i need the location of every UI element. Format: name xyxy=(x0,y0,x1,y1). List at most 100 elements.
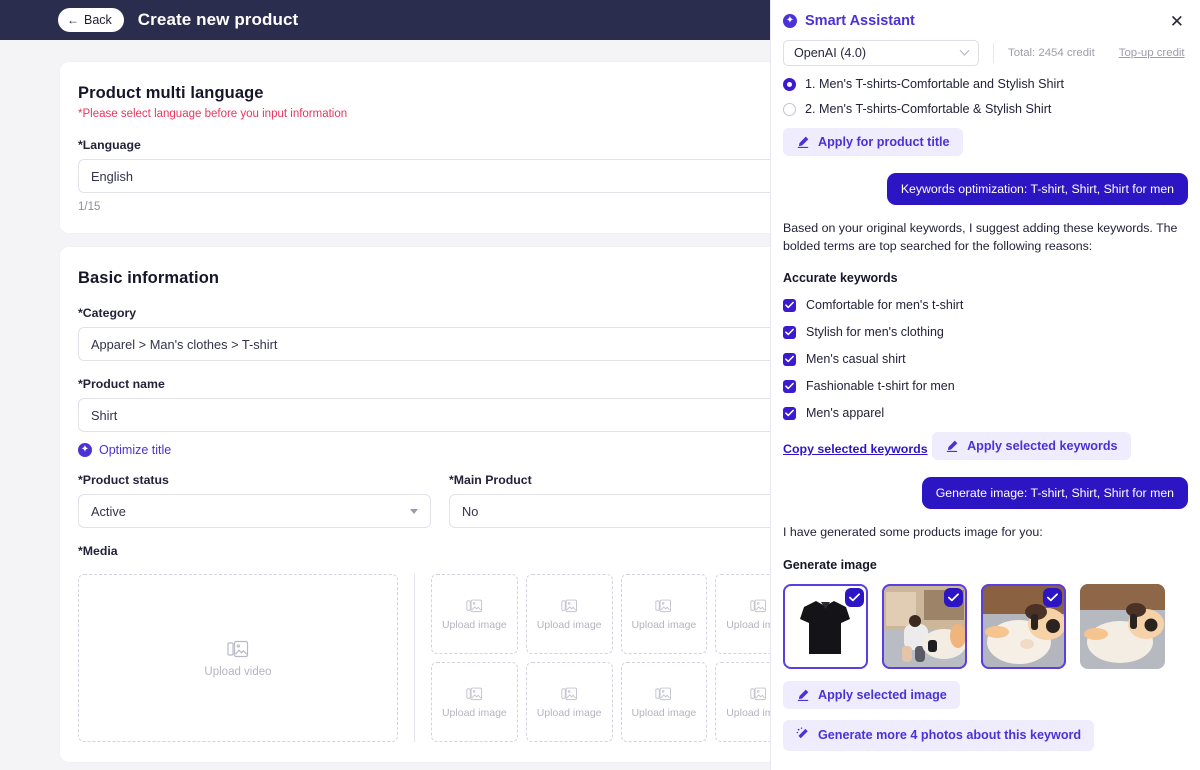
close-icon[interactable]: ✕ xyxy=(1166,11,1188,32)
user-message-keywords-row: Keywords optimization: T-shirt, Shirt, S… xyxy=(783,173,1188,205)
keyword-label: Comfortable for men's t-shirt xyxy=(806,298,964,313)
media-label: *Media xyxy=(78,544,118,558)
upload-video-label: Upload video xyxy=(204,665,272,678)
keyword-item-5[interactable]: Men's apparel xyxy=(783,406,1188,420)
upload-image-dropzone[interactable]: Upload image xyxy=(431,662,518,742)
generated-image-2[interactable] xyxy=(882,583,967,669)
product-status-label: *Product status xyxy=(78,473,169,487)
top-up-credit-link[interactable]: Top-up credit xyxy=(1119,47,1185,59)
upload-image-label: Upload image xyxy=(536,618,602,631)
upload-image-dropzone[interactable]: Upload image xyxy=(525,574,613,654)
multi-language-title: Product multi language xyxy=(78,84,264,102)
pen-icon xyxy=(945,439,959,453)
user-message-keywords: Keywords optimization: T-shirt, Shirt, S… xyxy=(886,173,1188,205)
keyword-item-1[interactable]: Comfortable for men's t-shirt xyxy=(783,298,1188,312)
user-message-image: Generate image: T-shirt, Shirt, Shirt fo… xyxy=(921,477,1188,510)
title-option-2[interactable]: 2. Men's T-shirts-Comfortable & Stylish … xyxy=(783,102,1188,116)
pen-icon xyxy=(796,135,810,149)
apply-selected-image-button[interactable]: Apply selected image xyxy=(783,680,960,709)
form-scroll-area[interactable]: Product multi language *Please select la… xyxy=(0,40,770,770)
upload-image-dropzone[interactable]: Upload image xyxy=(431,574,518,654)
language-counter: 1/15 xyxy=(78,201,101,213)
upload-image-label: Upload image xyxy=(631,706,697,719)
generate-image-heading: Generate image xyxy=(783,557,877,572)
pen-icon xyxy=(796,688,810,702)
product-name-input[interactable]: Shirt xyxy=(78,398,770,432)
credit-total: Total: 2454 credit xyxy=(1008,47,1095,59)
image-icon xyxy=(750,598,767,614)
checkbox[interactable] xyxy=(783,352,796,366)
generated-image-4[interactable] xyxy=(1080,583,1165,669)
back-button[interactable]: ← Back xyxy=(58,8,124,32)
generated-image-3[interactable] xyxy=(981,583,1066,669)
model-select[interactable]: OpenAI (4.0) xyxy=(783,40,979,66)
generated-image-1[interactable] xyxy=(783,583,868,669)
model-select-value: OpenAI (4.0) xyxy=(794,46,867,60)
language-label: *Language xyxy=(78,138,141,152)
keyword-item-3[interactable]: Men's casual shirt xyxy=(783,352,1188,366)
keyword-list: Comfortable for men's t-shirt Stylish for… xyxy=(783,298,1188,420)
arrow-left-icon: ← xyxy=(67,13,79,27)
generate-more-photos-button[interactable]: Generate more 4 photos about this keywor… xyxy=(783,719,1095,751)
upload-image-label: Upload image xyxy=(726,618,770,631)
selected-check-icon xyxy=(944,587,963,607)
smart-assistant-panel: ✦ Smart Assistant ✕ OpenAI (4.0) Total: … xyxy=(770,0,1200,770)
chevron-down-icon xyxy=(959,45,970,56)
radio-button[interactable] xyxy=(783,102,796,116)
radio-button[interactable] xyxy=(783,77,796,91)
video-image-icon xyxy=(227,639,249,659)
copy-selected-keywords-link[interactable]: Copy selected keywords xyxy=(783,442,928,456)
upload-image-label: Upload image xyxy=(441,706,507,719)
upload-image-dropzone[interactable]: Upload image xyxy=(620,574,708,654)
checkbox[interactable] xyxy=(783,406,796,420)
selected-check-icon xyxy=(845,587,864,607)
apply-for-product-title-label: Apply for product title xyxy=(818,135,950,149)
optimize-title-button[interactable]: ✦ Optimize title xyxy=(78,443,770,457)
multi-language-note: *Please select language before you input… xyxy=(78,108,348,120)
apply-selected-keywords-button[interactable]: Apply selected keywords xyxy=(932,432,1131,461)
upload-image-dropzone[interactable]: Upload image xyxy=(715,574,770,654)
image-icon xyxy=(466,686,483,702)
assistant-title: Smart Assistant xyxy=(805,13,915,29)
accurate-keywords-heading: Accurate keywords xyxy=(783,271,898,286)
upload-image-label: Upload image xyxy=(441,618,507,631)
image-icon xyxy=(750,686,767,702)
upload-image-dropzone[interactable]: Upload image xyxy=(525,662,613,742)
checkbox[interactable] xyxy=(783,325,796,339)
checkbox[interactable] xyxy=(783,298,796,312)
language-value: English xyxy=(91,168,133,184)
upload-image-dropzone[interactable]: Upload image xyxy=(715,662,770,742)
media-divider xyxy=(414,574,415,742)
keyword-item-4[interactable]: Fashionable t-shirt for men xyxy=(783,379,1188,393)
assistant-credit-row: OpenAI (4.0) Total: 2454 credit Top-up c… xyxy=(783,40,1188,66)
language-input[interactable]: English xyxy=(78,159,770,193)
category-input[interactable]: Apparel > Man's clothes > T-shirt xyxy=(78,327,770,361)
image-intro-text: I have generated some products image for… xyxy=(783,525,1043,540)
upload-video-dropzone[interactable]: Upload video xyxy=(78,574,398,742)
apply-selected-keywords-label: Apply selected keywords xyxy=(967,439,1118,454)
title-option-1[interactable]: 1. Men's T-shirts-Comfortable and Stylis… xyxy=(783,77,1188,91)
keyword-item-2[interactable]: Stylish for men's clothing xyxy=(783,325,1188,339)
keywords-intro-text: Based on your original keywords, I sugge… xyxy=(783,221,1178,253)
upload-image-dropzone[interactable]: Upload image xyxy=(620,662,708,742)
selected-check-icon xyxy=(1043,587,1062,607)
apply-for-product-title-button[interactable]: Apply for product title xyxy=(783,128,963,156)
keyword-label: Fashionable t-shirt for men xyxy=(806,379,955,394)
keyword-label: Men's casual shirt xyxy=(806,352,906,367)
user-message-image-row: Generate image: T-shirt, Shirt, Shirt fo… xyxy=(783,477,1188,510)
main-product-select[interactable]: No xyxy=(449,494,770,528)
product-status-select[interactable]: Active xyxy=(78,494,431,528)
title-option-label: 2. Men's T-shirts-Comfortable & Stylish … xyxy=(805,102,1052,116)
apply-selected-image-label: Apply selected image xyxy=(818,687,947,702)
media-section: Upload video Upload image Upload image Upl… xyxy=(78,574,770,742)
checkbox[interactable] xyxy=(783,379,796,393)
image-icon xyxy=(655,686,672,702)
image-icon xyxy=(466,598,483,614)
page-title: Create new product xyxy=(137,10,299,29)
chevron-down-icon xyxy=(410,508,418,514)
magic-wand-icon xyxy=(796,727,810,744)
generated-image-grid xyxy=(783,583,1188,669)
product-name-label: *Product name xyxy=(78,377,165,391)
main-product-field: *Main Product No xyxy=(449,473,770,528)
upload-image-label: Upload image xyxy=(536,706,602,719)
